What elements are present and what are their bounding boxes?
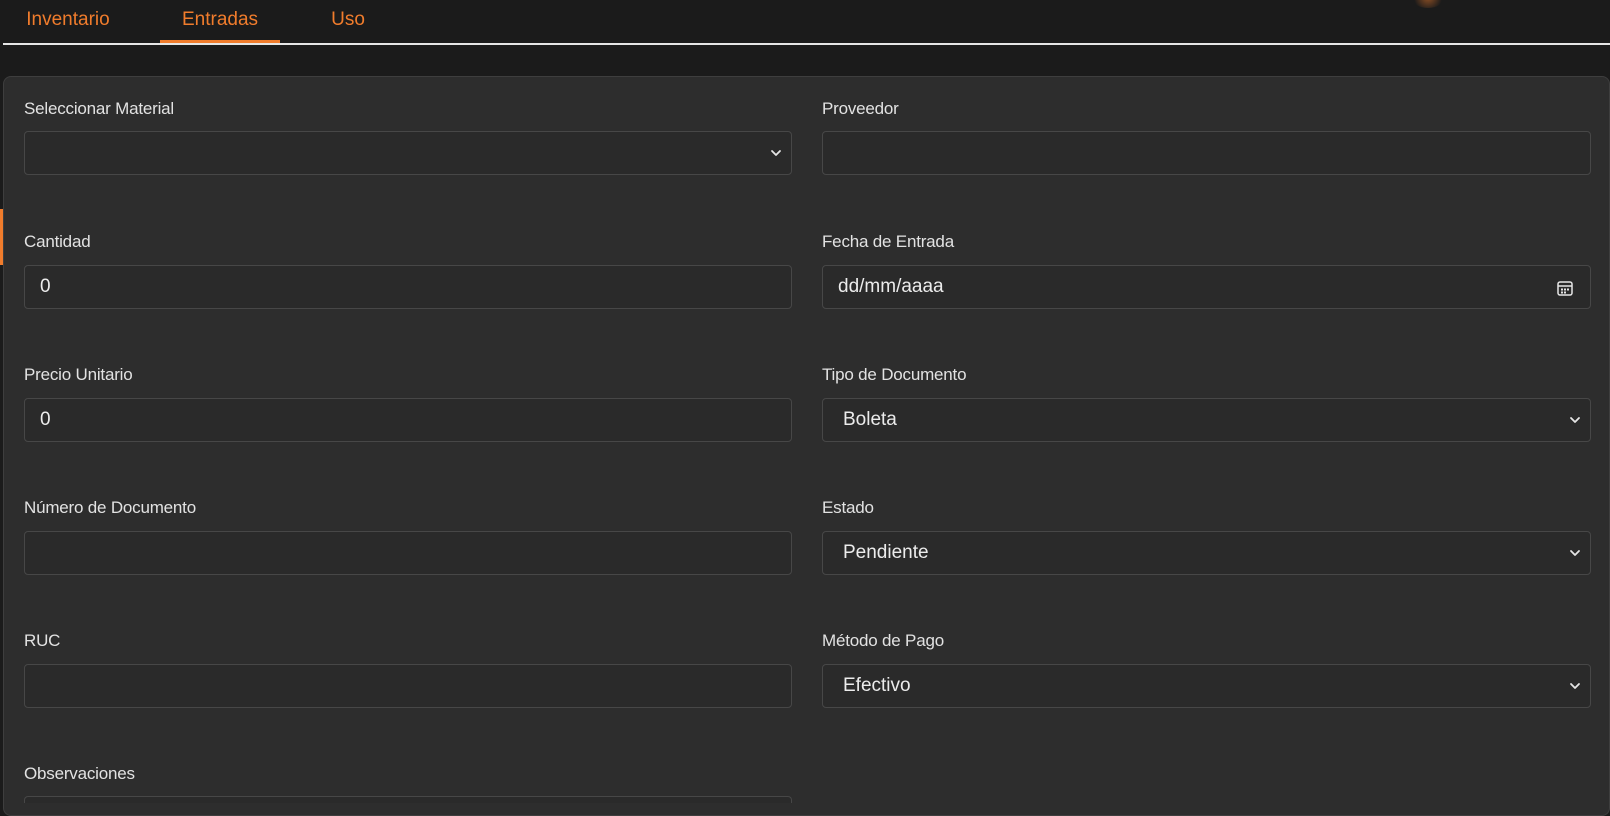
numero-documento-label: Número de Documento [24,498,196,517]
ruc-label: RUC [24,631,61,650]
proveedor-input[interactable] [822,131,1591,175]
calendar-icon[interactable] [1556,279,1574,297]
decorative-glow [1411,0,1445,8]
metodo-pago-select[interactable]: Efectivo [822,664,1591,708]
material-select[interactable] [24,131,792,175]
estado-select[interactable]: Pendiente [822,531,1591,575]
precio-label: Precio Unitario [24,365,133,384]
material-label: Seleccionar Material [24,99,175,118]
fecha-input[interactable]: dd/mm/aaaa [822,265,1591,309]
ruc-input[interactable] [24,664,792,708]
tab-entradas[interactable]: Entradas [160,0,280,43]
fecha-placeholder: dd/mm/aaaa [838,276,944,297]
metodo-pago-label: Método de Pago [822,631,944,650]
proveedor-label: Proveedor [822,99,899,118]
numero-documento-input[interactable] [24,531,792,575]
fecha-label: Fecha de Entrada [822,232,954,251]
chevron-down-icon [1570,683,1580,689]
tipo-documento-select[interactable]: Boleta [822,398,1591,442]
tab-inventario[interactable]: Inventario [22,0,114,43]
observaciones-textarea[interactable] [24,796,792,803]
tab-uso[interactable]: Uso [321,0,375,43]
cantidad-label: Cantidad [24,232,91,251]
chevron-down-icon [771,150,781,156]
observaciones-label: Observaciones [24,764,135,783]
tipo-documento-value: Boleta [843,409,897,430]
chevron-down-icon [1570,417,1580,423]
estado-label: Estado [822,498,874,517]
chevron-down-icon [1570,550,1580,556]
precio-input[interactable]: 0 [24,398,792,442]
metodo-pago-value: Efectivo [843,675,911,696]
cantidad-input[interactable]: 0 [24,265,792,309]
tipo-documento-label: Tipo de Documento [822,365,967,384]
top-nav: Inventario Entradas Uso [3,0,1610,45]
estado-value: Pendiente [843,542,929,563]
